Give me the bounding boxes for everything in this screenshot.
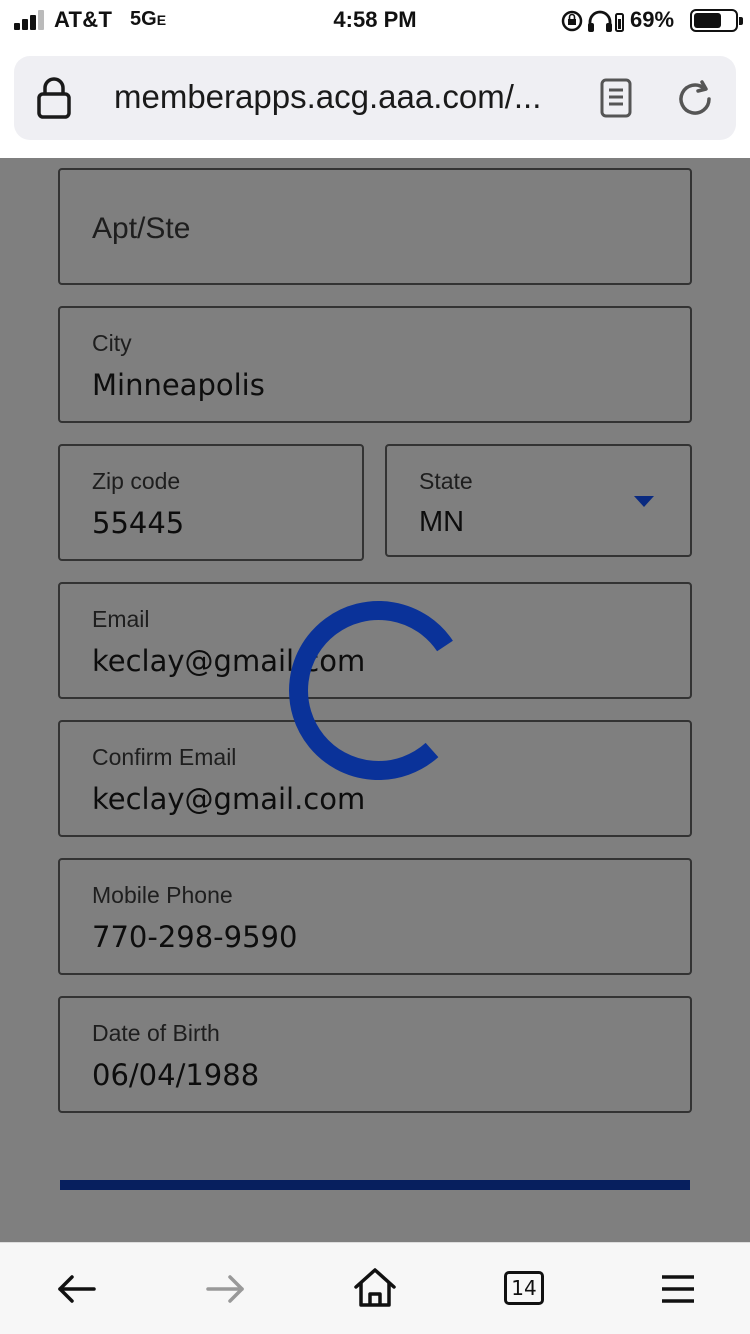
chevron-down-icon	[634, 496, 654, 507]
battery-icon	[690, 9, 743, 32]
home-icon[interactable]	[352, 1265, 398, 1311]
network-type: 5GE	[130, 8, 167, 30]
forward-arrow-icon[interactable]	[204, 1269, 248, 1309]
reload-icon[interactable]	[674, 78, 716, 120]
status-extra-icons	[561, 10, 624, 32]
state-label: State	[419, 468, 473, 494]
lock-icon	[37, 77, 71, 119]
state-select[interactable]: State MN	[385, 444, 692, 557]
zip-value: 55445	[92, 506, 185, 540]
email-label: Email	[92, 606, 150, 632]
submit-button[interactable]	[60, 1180, 690, 1190]
browser-toolbar: 14	[0, 1242, 750, 1334]
zip-label: Zip code	[92, 468, 181, 494]
apt-field[interactable]: Apt/Ste	[58, 168, 692, 285]
city-value: Minneapolis	[92, 368, 265, 402]
apt-placeholder: Apt/Ste	[92, 212, 191, 245]
url-text[interactable]: memberapps.acg.aaa.com/...	[114, 78, 541, 116]
date-of-birth-value: 06/04/1988	[92, 1058, 260, 1092]
date-of-birth-field[interactable]: Date of Birth 06/04/1988	[58, 996, 692, 1113]
back-arrow-icon[interactable]	[54, 1269, 98, 1309]
browser-url-area: memberapps.acg.aaa.com/...	[0, 42, 750, 158]
tabs-icon[interactable]: 14	[504, 1271, 544, 1305]
carrier-name: AT&T	[54, 7, 113, 32]
reader-icon[interactable]	[600, 78, 632, 118]
state-value: MN	[419, 506, 465, 538]
address-bar[interactable]: memberapps.acg.aaa.com/...	[14, 56, 736, 140]
mobile-phone-label: Mobile Phone	[92, 882, 233, 908]
date-of-birth-label: Date of Birth	[92, 1020, 220, 1046]
confirm-email-label: Confirm Email	[92, 744, 237, 770]
menu-icon[interactable]	[656, 1269, 700, 1309]
mobile-phone-field[interactable]: Mobile Phone 770-298-9590	[58, 858, 692, 975]
city-label: City	[92, 330, 132, 356]
orientation-lock-icon	[561, 10, 583, 32]
loading-spinner-icon	[289, 601, 453, 780]
form-page: Apt/Ste City Minneapolis Zip code 55445 …	[0, 158, 750, 1242]
mobile-phone-value: 770-298-9590	[92, 920, 298, 954]
zip-field[interactable]: Zip code 55445	[58, 444, 364, 561]
headphones-icon	[588, 10, 612, 32]
signal-strength-icon	[14, 10, 46, 30]
battery-percent: 69%	[630, 7, 675, 32]
city-field[interactable]: City Minneapolis	[58, 306, 692, 423]
status-bar: AT&T 5GE 4:58 PM 69%	[0, 0, 750, 42]
headphone-battery-icon	[615, 13, 624, 32]
